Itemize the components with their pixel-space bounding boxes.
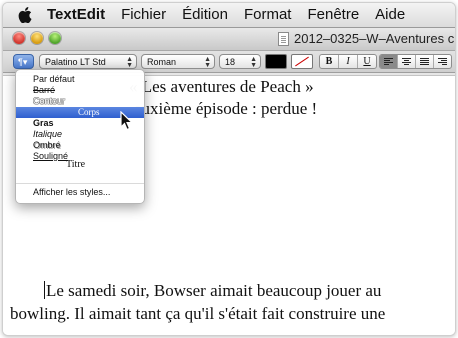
paragraph-icon: ¶▾	[18, 57, 28, 67]
underline-button[interactable]: U	[358, 55, 376, 68]
minimize-button[interactable]	[31, 32, 43, 44]
menu-format[interactable]: Format	[236, 3, 300, 27]
menu-fichier[interactable]: Fichier	[113, 3, 174, 27]
typeface-value: Roman	[147, 57, 177, 67]
text-color-swatch[interactable]	[265, 54, 287, 69]
chevron-down-icon: ▼	[126, 62, 133, 69]
window-title: 2012–0325–W–Aventures c	[294, 31, 455, 46]
typeface-popup[interactable]: Roman ▲ ▼	[141, 54, 215, 69]
document-title-line: « Les aventures de Peach »	[129, 77, 314, 96]
document-subtitle-line: euxième épisode : perdue !	[134, 99, 318, 118]
paragraph-line-2: bowling. Il aimait tant ça qu'il s'était…	[10, 304, 386, 323]
align-right-button[interactable]	[434, 55, 451, 68]
bold-button[interactable]: B	[320, 55, 339, 68]
text-caret	[44, 281, 45, 299]
apple-icon[interactable]	[11, 3, 39, 27]
align-center-icon	[402, 58, 411, 65]
menu-fenetre[interactable]: Fenêtre	[299, 3, 367, 27]
background-color-swatch[interactable]	[291, 54, 313, 69]
font-size-combo[interactable]: 18 ▲ ▼	[219, 54, 261, 69]
window-titlebar[interactable]: 2012–0325–W–Aventures c	[3, 28, 455, 51]
align-justify-button[interactable]	[416, 55, 434, 68]
document-icon[interactable]	[278, 32, 289, 46]
zoom-button[interactable]	[49, 32, 61, 44]
align-left-icon	[384, 58, 393, 65]
font-family-value: Palatino LT Std	[45, 57, 106, 67]
menu-separator	[16, 183, 144, 184]
mouse-pointer-icon	[120, 111, 134, 131]
align-left-button[interactable]	[380, 55, 398, 68]
menu-bar: TextEdit Fichier Édition Format Fenêtre …	[3, 3, 455, 28]
menu-edition[interactable]: Édition	[174, 3, 236, 27]
style-item-par-defaut[interactable]: Par défaut	[16, 74, 144, 85]
align-center-button[interactable]	[398, 55, 416, 68]
align-right-icon	[438, 58, 447, 65]
chevron-down-icon: ▼	[250, 62, 257, 69]
screenshot-frame: TextEdit Fichier Édition Format Fenêtre …	[2, 2, 456, 336]
font-family-popup[interactable]: Palatino LT Std ▲ ▼	[39, 54, 137, 69]
chevron-down-icon: ▼	[204, 62, 211, 69]
menu-textedit[interactable]: TextEdit	[39, 3, 113, 27]
italic-button[interactable]: I	[339, 55, 358, 68]
text-style-buttons: B I U	[319, 54, 377, 69]
style-item-titre[interactable]: Titre	[66, 159, 85, 170]
styles-dropdown-menu: Par défaut Barré Contour Corps Gras Ital…	[15, 69, 145, 204]
style-item-barre[interactable]: Barré	[16, 85, 144, 96]
styles-popup-button[interactable]: ¶▾	[13, 54, 34, 69]
show-styles-item[interactable]: Afficher les styles...	[16, 187, 144, 198]
style-item-contour[interactable]: Contour	[16, 96, 144, 107]
paragraph-line-1: Le samedi soir, Bowser aimait beaucoup j…	[46, 281, 382, 300]
menu-aide[interactable]: Aide	[367, 3, 413, 27]
font-size-value: 18	[225, 57, 236, 67]
close-button[interactable]	[13, 32, 25, 44]
alignment-buttons	[379, 54, 452, 69]
align-justify-icon	[420, 58, 429, 65]
style-item-ombre[interactable]: Ombré	[16, 140, 144, 151]
